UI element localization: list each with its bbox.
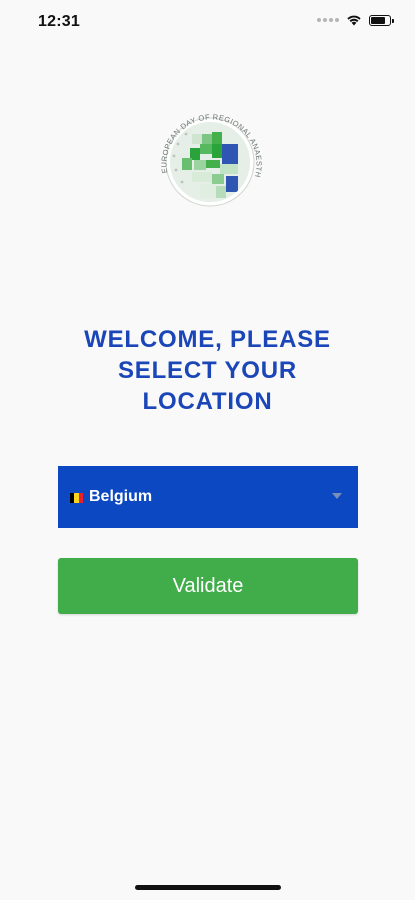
cellular-signal-icon xyxy=(317,18,339,22)
location-selection-screen: 12:31 EUROPEAN DAY OF REGIONAL ANAESTH W… xyxy=(0,0,415,900)
validate-button[interactable]: Validate xyxy=(58,558,358,614)
battery-icon xyxy=(369,14,394,26)
selected-country-label: Belgium xyxy=(89,488,153,505)
belgium-flag-icon xyxy=(70,492,83,503)
home-indicator xyxy=(135,885,281,890)
status-time: 12:31 xyxy=(38,13,80,30)
status-bar: 12:31 xyxy=(0,0,415,44)
welcome-heading: WELCOME, PLEASE SELECT YOUR LOCATION xyxy=(84,326,331,415)
chevron-down-icon xyxy=(332,493,342,499)
edra-globe-logo: EUROPEAN DAY OF REGIONAL ANAESTHESIA xyxy=(152,104,263,207)
wifi-icon xyxy=(347,15,361,26)
status-icons xyxy=(317,14,394,26)
battery-level xyxy=(371,16,385,24)
location-select[interactable]: Belgium xyxy=(58,466,358,528)
